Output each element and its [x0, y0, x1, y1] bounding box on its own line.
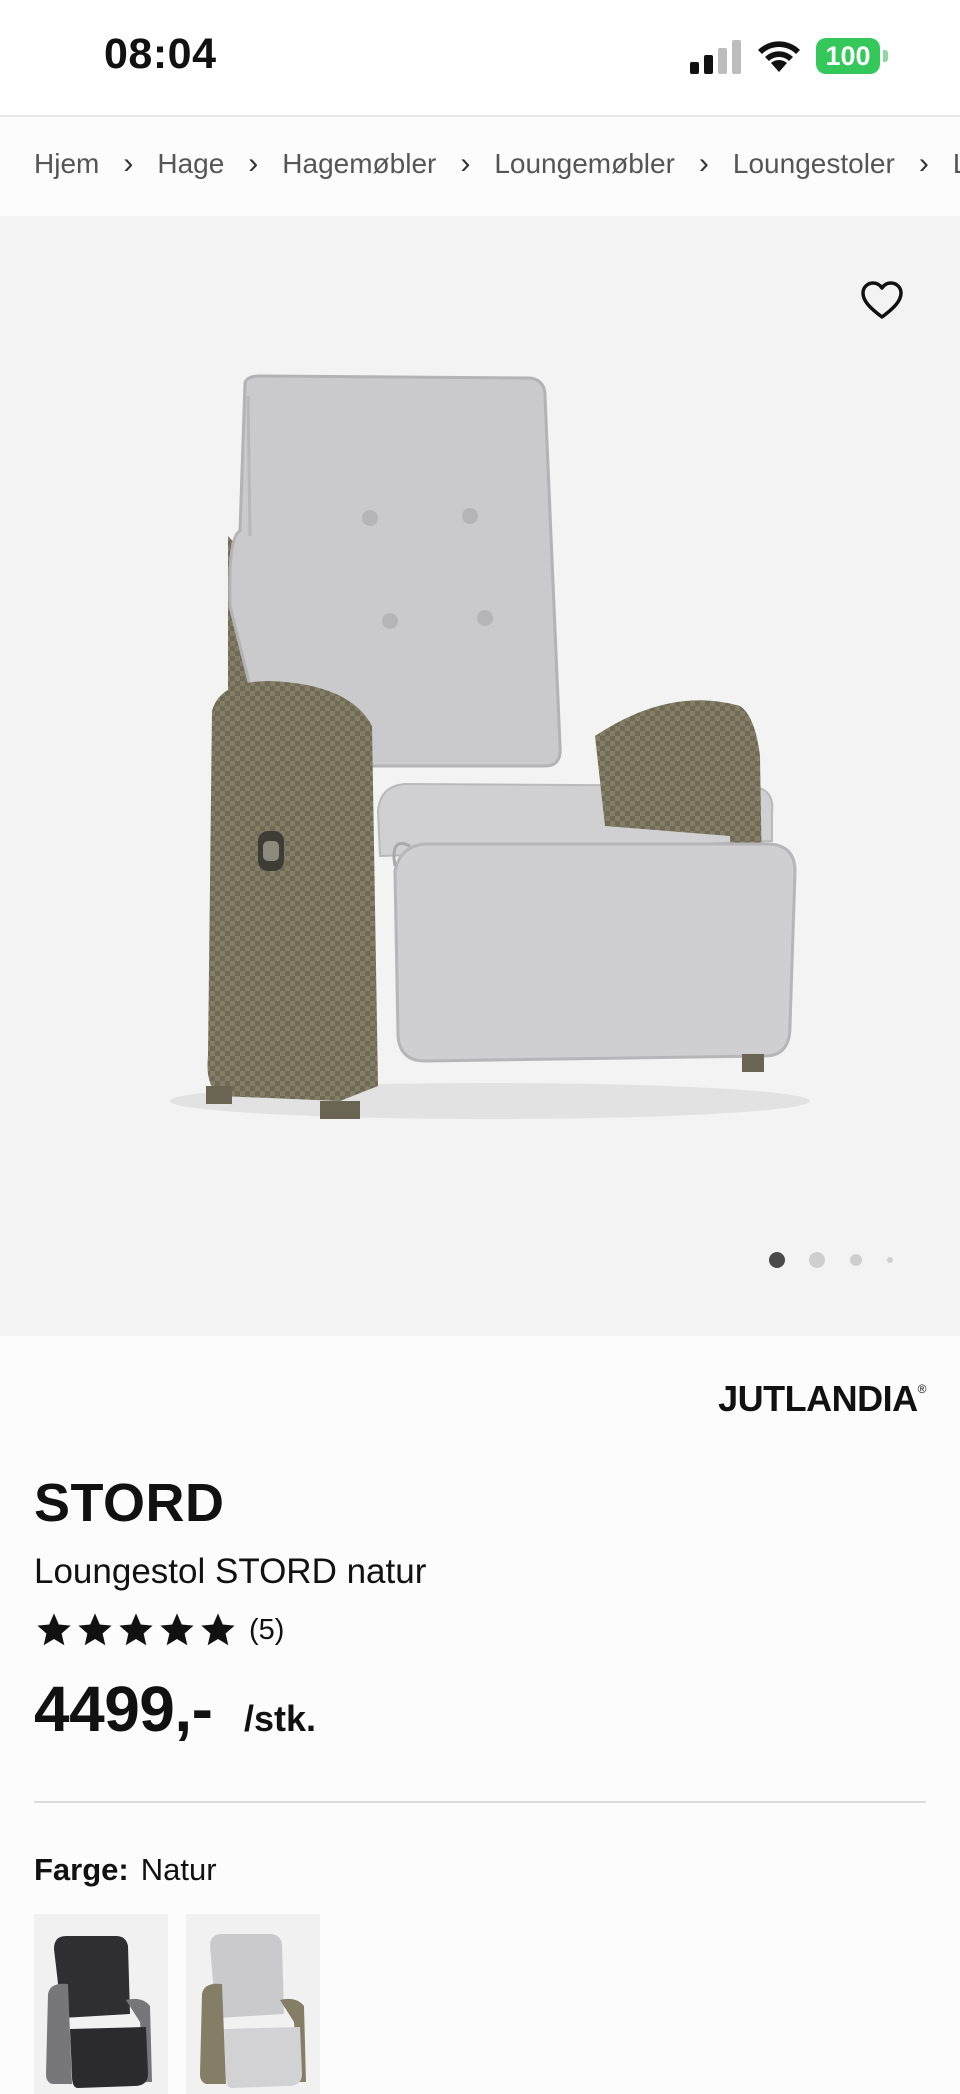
star-icon: [78, 1613, 112, 1646]
chevron-right-icon: ›: [460, 146, 471, 180]
breadcrumb-item-loungestoler[interactable]: Loungestoler: [733, 148, 895, 180]
breadcrumb-item-truncated[interactable]: L: [953, 148, 960, 180]
status-bar: 08:04 100: [0, 0, 960, 117]
variant-thumbnail-natur: [200, 1934, 306, 2088]
breadcrumb-item-hage[interactable]: Hage: [157, 148, 224, 180]
breadcrumb-item-hagemobler[interactable]: Hagemøbler: [282, 148, 436, 180]
color-value: Natur: [140, 1852, 217, 1887]
divider: [34, 1801, 926, 1803]
color-swatch-natur[interactable]: [186, 1914, 320, 2094]
star-icon: [201, 1613, 235, 1646]
product-subtitle: Loungestol STORD natur: [34, 1552, 427, 1591]
brand-logo[interactable]: JUTLANDIA®: [718, 1378, 926, 1420]
gallery-dot[interactable]: [887, 1257, 893, 1263]
wifi-icon: [758, 41, 800, 72]
chevron-right-icon: ›: [918, 146, 929, 180]
product-title: STORD: [34, 1473, 225, 1533]
battery-icon: 100: [816, 38, 888, 74]
product-price: 4499,-: [34, 1673, 213, 1745]
breadcrumb-item-hjem[interactable]: Hjem: [34, 148, 99, 180]
product-image-gallery[interactable]: [0, 216, 960, 1336]
gallery-pagination[interactable]: [765, 1250, 905, 1270]
status-time: 08:04: [104, 30, 217, 78]
heart-icon[interactable]: [860, 280, 904, 320]
product-image-lounge-chair: [170, 374, 810, 1119]
gallery-dot[interactable]: [850, 1254, 862, 1266]
star-icon: [119, 1613, 153, 1646]
gallery-dot[interactable]: [809, 1252, 825, 1268]
color-selector-label: Farge: Natur: [34, 1852, 217, 1888]
star-icon: [160, 1613, 194, 1646]
chevron-right-icon: ›: [698, 146, 709, 180]
battery-level: 100: [825, 41, 871, 71]
chevron-right-icon: ›: [123, 146, 134, 180]
rating-count[interactable]: (5): [249, 1614, 284, 1647]
color-swatch-black[interactable]: [34, 1914, 168, 2094]
color-label: Farge:: [34, 1852, 129, 1887]
cellular-signal-icon: [690, 40, 741, 74]
price-unit: /stk.: [244, 1698, 317, 1739]
product-rating[interactable]: (5): [34, 1608, 284, 1652]
gallery-dot-active[interactable]: [769, 1252, 785, 1268]
chevron-right-icon: ›: [248, 146, 259, 180]
star-icon: [37, 1613, 71, 1646]
breadcrumb-item-loungemobler[interactable]: Loungemøbler: [494, 148, 675, 180]
breadcrumb: Hjem › Hage › Hagemøbler › Loungemøbler › Lounge…: [34, 146, 960, 190]
variant-thumbnail-black: [46, 1936, 152, 2088]
